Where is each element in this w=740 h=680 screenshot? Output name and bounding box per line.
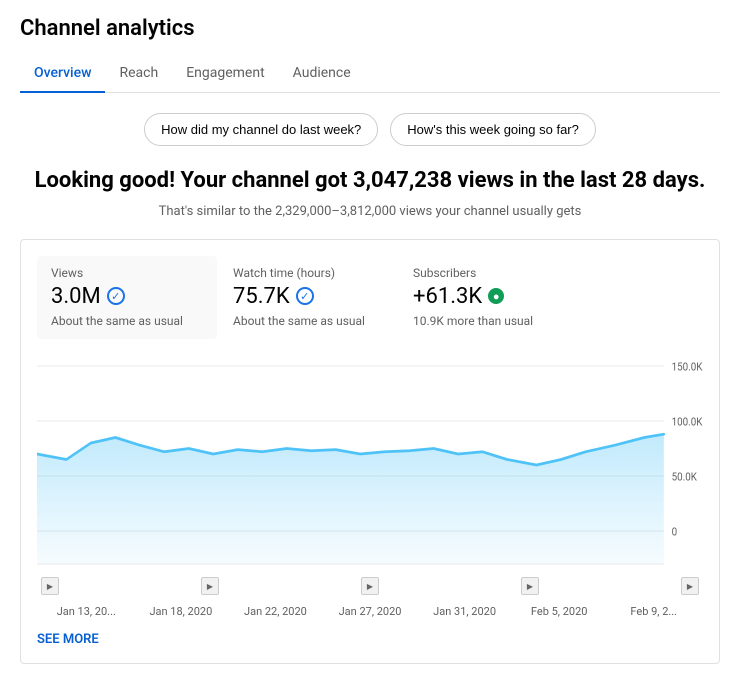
- stat-views-note: About the same as usual: [51, 313, 203, 330]
- stat-watchtime-value: 75.7K ✓: [233, 284, 393, 309]
- x-label-2: Jan 18, 2020: [134, 605, 229, 618]
- video-marker-1[interactable]: ▶: [41, 577, 59, 595]
- subs-plus-icon: ●: [488, 288, 504, 304]
- tab-audience[interactable]: Audience: [279, 55, 365, 93]
- svg-text:50.0K: 50.0K: [672, 470, 698, 484]
- hero-section: Looking good! Your channel got 3,047,238…: [20, 166, 720, 219]
- x-label-6: Feb 5, 2020: [512, 605, 607, 618]
- video-marker-4[interactable]: ▶: [521, 577, 539, 595]
- video-marker-3[interactable]: ▶: [361, 577, 379, 595]
- chart-x-labels: Jan 13, 20... Jan 18, 2020 Jan 22, 2020 …: [37, 605, 703, 618]
- stats-card: Views 3.0M ✓ About the same as usual Wat…: [20, 239, 720, 665]
- svg-text:0: 0: [672, 525, 678, 539]
- quick-button-last-week[interactable]: How did my channel do last week?: [144, 113, 378, 146]
- x-label-1: Jan 13, 20...: [39, 605, 134, 618]
- x-label-3: Jan 22, 2020: [228, 605, 323, 618]
- stat-views-value: 3.0M ✓: [51, 284, 203, 309]
- chart-area: 150.0K 100.0K 50.0K 0: [37, 355, 703, 575]
- video-marker-2[interactable]: ▶: [201, 577, 219, 595]
- video-markers-row: ▶ ▶ ▶ ▶ ▶: [37, 575, 703, 599]
- quick-button-this-week[interactable]: How's this week going so far?: [390, 113, 596, 146]
- x-label-5: Jan 31, 2020: [417, 605, 512, 618]
- stats-row: Views 3.0M ✓ About the same as usual Wat…: [37, 256, 703, 340]
- hero-subtext: That's similar to the 2,329,000–3,812,00…: [20, 204, 720, 219]
- tab-engagement[interactable]: Engagement: [172, 55, 278, 93]
- tab-reach[interactable]: Reach: [105, 55, 172, 93]
- chart-svg: 150.0K 100.0K 50.0K 0: [37, 355, 703, 575]
- stat-subscribers: Subscribers +61.3K ● 10.9K more than usu…: [413, 256, 593, 340]
- stat-views-label: Views: [51, 266, 203, 280]
- stat-subs-label: Subscribers: [413, 266, 573, 280]
- stat-views: Views 3.0M ✓ About the same as usual: [37, 256, 217, 340]
- watchtime-check-icon: ✓: [296, 287, 314, 305]
- stat-watchtime-label: Watch time (hours): [233, 266, 393, 280]
- tab-overview[interactable]: Overview: [20, 55, 105, 93]
- see-more-link[interactable]: SEE MORE: [37, 632, 99, 647]
- svg-text:150.0K: 150.0K: [672, 360, 703, 374]
- stat-subs-note: 10.9K more than usual: [413, 313, 573, 330]
- x-label-4: Jan 27, 2020: [323, 605, 418, 618]
- stat-subs-value: +61.3K ●: [413, 284, 573, 309]
- tab-bar: Overview Reach Engagement Audience: [20, 55, 720, 93]
- x-label-7: Feb 9, 2...: [606, 605, 701, 618]
- hero-headline: Looking good! Your channel got 3,047,238…: [20, 166, 720, 196]
- stat-watchtime: Watch time (hours) 75.7K ✓ About the sam…: [233, 256, 413, 340]
- quick-buttons-row: How did my channel do last week? How's t…: [20, 113, 720, 146]
- page-title: Channel analytics: [20, 16, 720, 41]
- views-check-icon: ✓: [107, 287, 125, 305]
- stat-watchtime-note: About the same as usual: [233, 313, 393, 330]
- chart-wrapper: 150.0K 100.0K 50.0K 0 ▶ ▶ ▶ ▶ ▶ Jan 13, …: [37, 355, 703, 618]
- video-marker-5[interactable]: ▶: [681, 577, 699, 595]
- svg-text:100.0K: 100.0K: [672, 415, 703, 429]
- page-container: Channel analytics Overview Reach Engagem…: [0, 0, 740, 680]
